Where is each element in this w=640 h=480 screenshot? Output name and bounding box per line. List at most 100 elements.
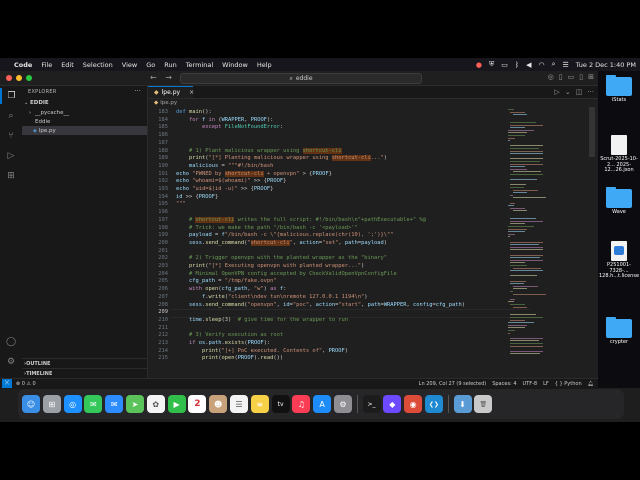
bluetooth-icon[interactable]: ᛒ [515, 61, 519, 69]
finder-icon[interactable]: ☺ [22, 395, 40, 413]
tree-item-pycache[interactable]: › __pycache__ [22, 108, 147, 117]
customize-layout-icon[interactable]: ⊞ [588, 73, 594, 81]
account-icon[interactable]: ◯ [3, 334, 19, 350]
menu-run[interactable]: Run [164, 61, 176, 69]
language-mode[interactable]: { } Python [555, 381, 582, 387]
app-store-icon[interactable]: A [313, 395, 332, 413]
facetime-icon[interactable]: ▶ [167, 395, 186, 413]
split-editor-icon[interactable]: ◫ [576, 88, 583, 96]
problems-indicator[interactable]: ⊗ 0 ⚠ 0 [16, 381, 36, 387]
notes-icon[interactable]: ≡ [250, 395, 269, 413]
remote-indicator-icon[interactable]: ⟩⟨ [2, 379, 12, 388]
menu-selection[interactable]: Selection [83, 61, 113, 69]
toggle-secondary-sidebar-icon[interactable]: ▯ [579, 73, 583, 81]
more-actions-icon[interactable]: ··· [134, 87, 141, 95]
chevron-down-icon[interactable]: ⌄ [565, 88, 571, 96]
contacts-icon[interactable]: ☻ [209, 395, 228, 413]
code-line: malicious = """#!/bin/bash [188, 162, 274, 169]
forward-arrow-icon[interactable]: → [165, 73, 172, 82]
timeline-section[interactable]: › TIMELINE [22, 368, 147, 378]
toggle-panel-icon[interactable]: ▭ [568, 73, 575, 81]
run-file-icon[interactable]: ▷ [554, 88, 559, 96]
more-actions-icon[interactable]: ··· [587, 88, 594, 96]
minimap-line [510, 145, 544, 147]
shield-icon[interactable]: ⛨ [489, 60, 494, 69]
editor-scrollbar[interactable] [589, 107, 595, 157]
menu-datetime[interactable]: Tue 2 Dec 1:40 PM [576, 61, 636, 69]
tv-icon[interactable]: tv [271, 395, 290, 413]
desktop-item-crypter[interactable]: crypter [598, 317, 640, 346]
line-number: 197 [158, 216, 168, 223]
extensions-icon[interactable]: ⊞ [3, 168, 19, 184]
tree-item-lpe-py[interactable]: ◆ lpe.py [22, 126, 147, 135]
python-file-icon: ◆ [154, 89, 159, 96]
menu-view[interactable]: View [122, 61, 137, 69]
battery-icon[interactable]: ▭ [501, 61, 508, 69]
maps-icon[interactable]: ➤ [125, 395, 144, 413]
minimap-line [512, 189, 538, 191]
menu-go[interactable]: Go [146, 61, 155, 69]
desktop-item-wave[interactable]: Wave [598, 187, 640, 216]
minimap-line [510, 179, 538, 181]
search-icon[interactable]: ⌕ [552, 60, 556, 69]
end-of-line[interactable]: LF [543, 381, 549, 387]
tree-item-label: Eddie [35, 118, 51, 125]
terminal-icon[interactable]: >_ [362, 395, 381, 413]
chrome-icon[interactable]: ◉ [404, 395, 423, 413]
desktop-item-license[interactable]: P251001-7328-... 128.h...t.license [598, 241, 640, 280]
outline-section[interactable]: › OUTLINE [22, 358, 147, 368]
source-control-icon[interactable]: ⑂ [3, 128, 19, 144]
menu-terminal[interactable]: Terminal [186, 61, 213, 69]
launchpad-icon[interactable]: ⊞ [42, 395, 61, 413]
close-window-button[interactable] [6, 75, 12, 81]
indentation[interactable]: Spaces: 4 [492, 381, 516, 387]
command-center[interactable]: ⌕ eddie [180, 73, 422, 84]
toggle-sidebar-icon[interactable]: ▯ [559, 73, 563, 81]
maximize-window-button[interactable] [26, 75, 32, 81]
calendar-icon[interactable]: 2 [188, 395, 207, 413]
safari-icon[interactable]: ◎ [63, 395, 82, 413]
desktop-item-istats[interactable]: iStats [598, 75, 640, 104]
encoding[interactable]: UTF-8 [523, 381, 538, 387]
workspace-folder[interactable]: ⌄ EDDIE [22, 98, 147, 107]
minimap-line [510, 270, 544, 272]
back-arrow-icon[interactable]: ← [150, 73, 157, 82]
search-icon[interactable]: ⌕ [3, 108, 19, 124]
settings-gear-icon[interactable]: ⚙ [3, 354, 19, 370]
reminders-icon[interactable]: ☰ [229, 395, 248, 413]
music-icon[interactable]: ♫ [292, 395, 311, 413]
menu-edit[interactable]: Edit [61, 61, 74, 69]
record-icon[interactable]: ● [476, 61, 482, 69]
breadcrumb-item[interactable]: lpe.py [160, 100, 177, 106]
vscode-icon[interactable]: ❮❯ [424, 395, 443, 413]
notifications-icon[interactable]: 🔔︎ [588, 381, 594, 387]
tree-item-eddie[interactable]: Eddie [22, 117, 147, 126]
menu-help[interactable]: Help [257, 61, 272, 69]
cursor-position[interactable]: Ln 209, Col 27 (9 selected) [419, 381, 487, 387]
settings-icon[interactable]: ⚙ [333, 395, 352, 413]
explorer-icon[interactable]: ❐ [0, 88, 21, 104]
tab-lpe-py[interactable]: ◆ lpe.py × [148, 86, 194, 98]
photos-icon[interactable]: ✿ [146, 395, 165, 413]
trash-icon[interactable]: 🗑︎ [474, 395, 493, 413]
copilot-icon[interactable]: ◎ [548, 73, 554, 81]
control-center-icon[interactable]: ☰ [563, 61, 569, 69]
minimap[interactable] [506, 107, 588, 361]
mail-icon[interactable]: ✉ [105, 395, 124, 413]
messages-icon[interactable]: ✉ [84, 395, 103, 413]
run-debug-icon[interactable]: ▷ [3, 148, 19, 164]
desktop-item-json[interactable]: Scrut-2025-10-2... 2025-12...26.json [598, 135, 640, 174]
warning-count: 0 [32, 381, 36, 387]
menu-app-name[interactable]: Code [14, 61, 32, 69]
menu-file[interactable]: File [41, 61, 52, 69]
menu-window[interactable]: Window [222, 61, 248, 69]
minimize-window-button[interactable] [16, 75, 22, 81]
downloads-icon[interactable]: ⬇ [453, 395, 472, 413]
wifi-icon[interactable]: ◠ [538, 61, 544, 69]
close-icon[interactable]: × [189, 89, 194, 96]
minimap-line [512, 293, 546, 295]
proton-icon[interactable]: ◆ [383, 395, 402, 413]
code-line: cfg_path = "/tmp/fake.ovpn" [188, 278, 277, 285]
minimap-line [510, 220, 544, 222]
volume-icon[interactable]: ◀ [526, 61, 531, 69]
